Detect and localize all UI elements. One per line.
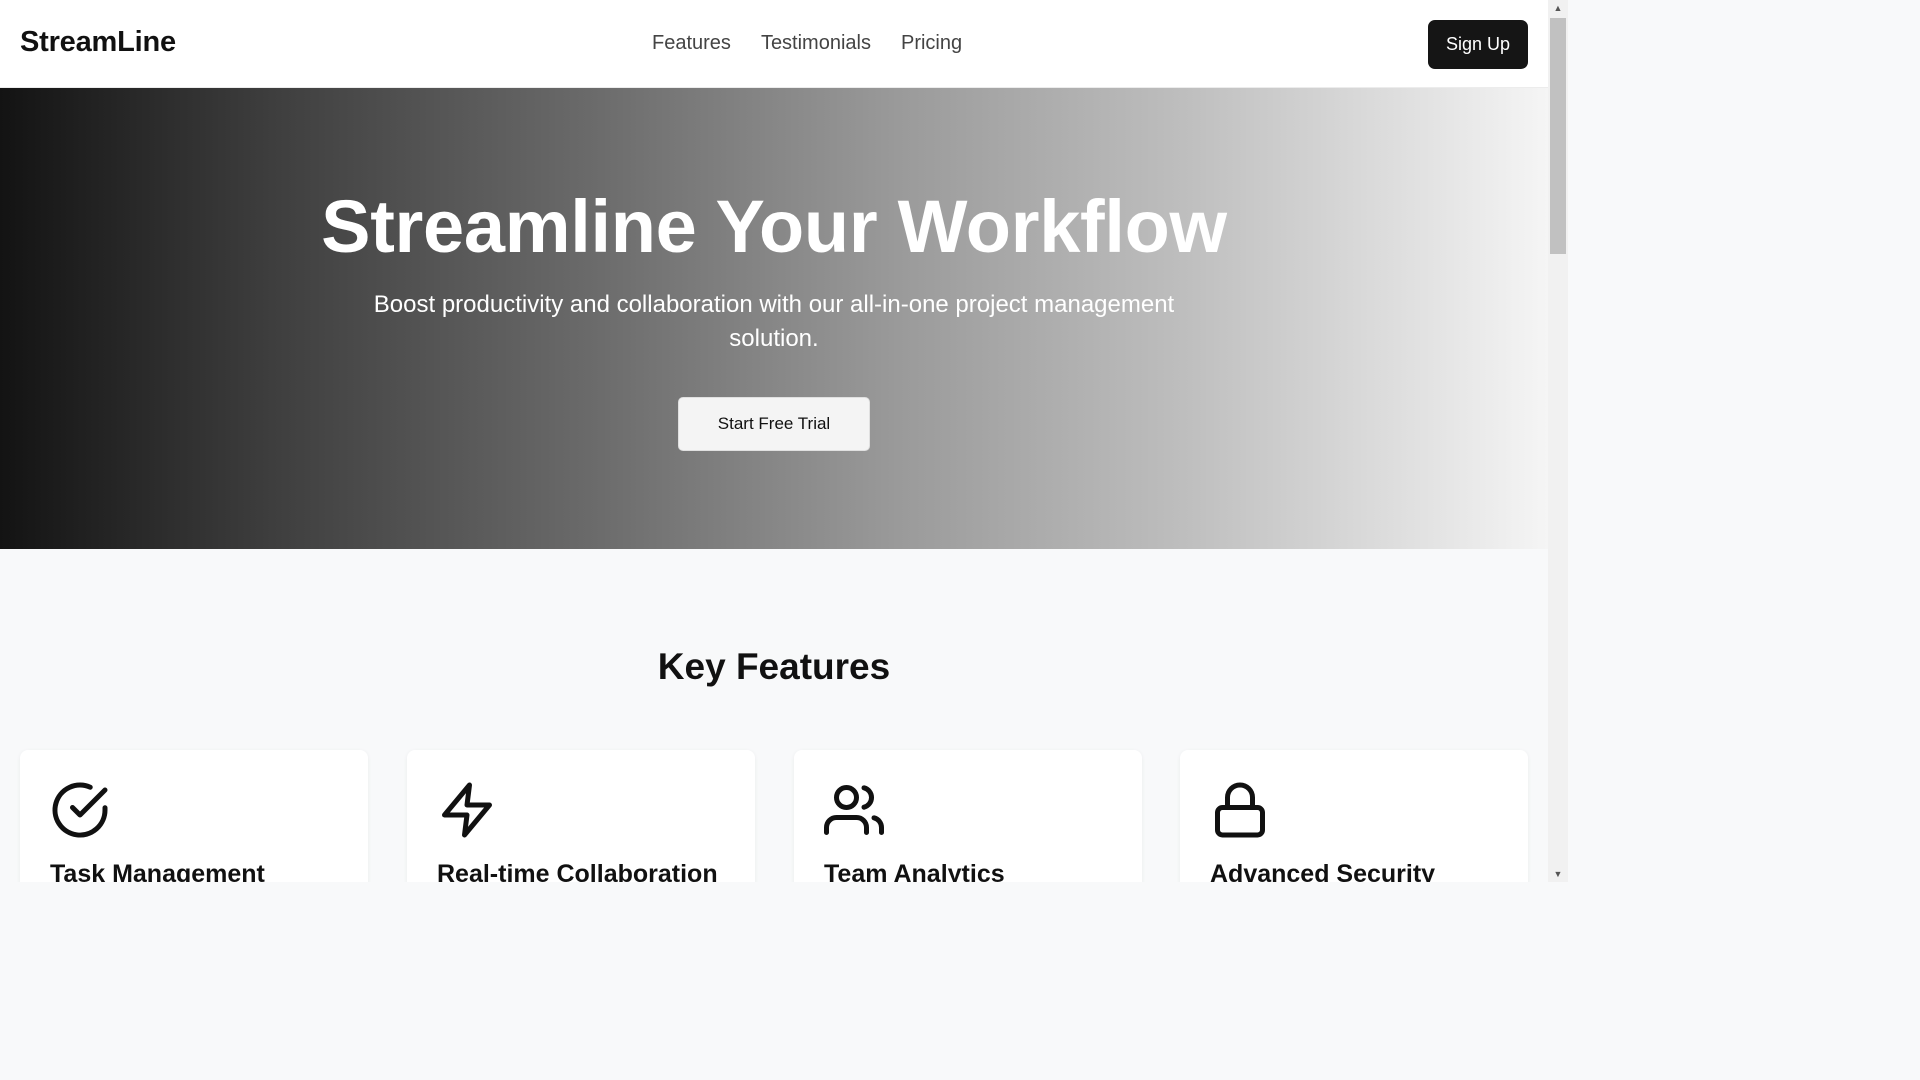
- feature-card-advanced-security: Advanced Security: [1180, 750, 1528, 882]
- vertical-scrollbar[interactable]: ▲ ▼: [1548, 0, 1568, 882]
- scroll-down-arrow-icon[interactable]: ▼: [1548, 866, 1568, 882]
- scrollbar-thumb[interactable]: [1550, 18, 1566, 254]
- lightning-icon: [442, 782, 492, 838]
- nav-link-pricing[interactable]: Pricing: [901, 32, 962, 55]
- lock-icon: [1215, 782, 1265, 838]
- feature-card-team-analytics: Team Analytics: [794, 750, 1142, 882]
- sign-up-button[interactable]: Sign Up: [1428, 20, 1528, 69]
- main-nav: Features Testimonials Pricing: [652, 32, 962, 55]
- feature-card-title: Team Analytics: [824, 860, 1005, 882]
- page-viewport: StreamLine Features Testimonials Pricing…: [0, 0, 1548, 882]
- hero-title: Streamline Your Workflow: [321, 185, 1227, 268]
- nav-link-testimonials[interactable]: Testimonials: [761, 32, 871, 55]
- feature-card-task-management: Task Management: [20, 750, 368, 882]
- hero-section: Streamline Your Workflow Boost productiv…: [0, 88, 1548, 549]
- start-free-trial-button[interactable]: Start Free Trial: [678, 397, 870, 451]
- feature-card-real-time-collaboration: Real-time Collaboration: [407, 750, 755, 882]
- feature-card-title: Task Management: [50, 860, 265, 882]
- scroll-up-arrow-icon[interactable]: ▲: [1548, 0, 1568, 16]
- nav-link-features[interactable]: Features: [652, 32, 731, 55]
- feature-card-title: Real-time Collaboration: [437, 860, 718, 882]
- users-icon: [824, 785, 884, 835]
- site-header: StreamLine Features Testimonials Pricing…: [0, 0, 1548, 88]
- hero-subtitle: Boost productivity and collaboration wit…: [373, 291, 1175, 352]
- check-circle-icon: [52, 782, 108, 838]
- feature-card-title: Advanced Security: [1210, 860, 1436, 882]
- features-title: Key Features: [657, 646, 891, 687]
- logo[interactable]: StreamLine: [20, 26, 176, 59]
